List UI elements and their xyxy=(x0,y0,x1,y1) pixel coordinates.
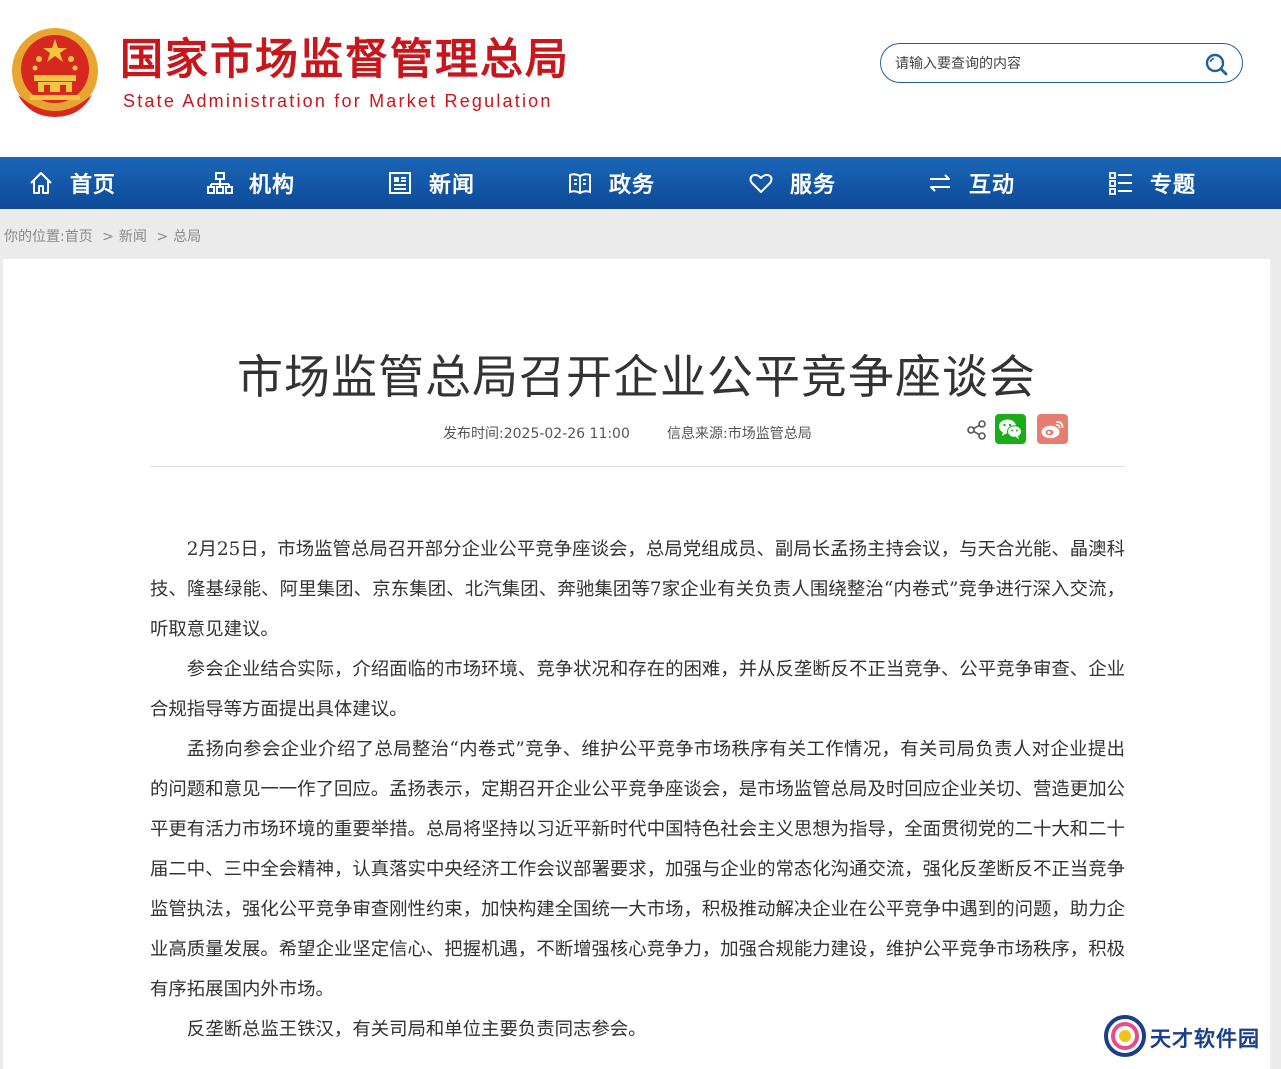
breadcrumb-news-link[interactable]: 新闻 xyxy=(119,229,147,245)
article-card: 市场监管总局召开企业公平竞争座谈会 发布时间:2025-02-26 11:00 … xyxy=(3,259,1270,1069)
national-emblem-icon[interactable] xyxy=(10,25,100,120)
site-logo-chinese[interactable]: 国家市场监督管理总局 xyxy=(120,30,570,90)
nav-label: 服务 xyxy=(790,173,837,198)
breadcrumb-bureau-link[interactable]: 总局 xyxy=(173,229,201,245)
search-icon[interactable] xyxy=(1204,52,1228,76)
main-nav: 首页 机构 新闻 政务 服务 互动 专题 xyxy=(0,157,1281,209)
site-header: 国家市场监督管理总局 State Administration for Mark… xyxy=(0,0,1281,157)
article-paragraph: 参会企业结合实际，介绍面临的市场环境、竞争状况和存在的困难，并从反垄断反不正当竞… xyxy=(150,659,1125,720)
nav-item-government-affairs[interactable]: 政务 xyxy=(567,157,655,209)
nav-item-topics[interactable]: 专题 xyxy=(1108,157,1196,209)
wechat-share-icon[interactable] xyxy=(995,414,1026,444)
heart-icon xyxy=(749,173,773,193)
title-divider xyxy=(150,466,1125,467)
nav-item-interaction[interactable]: 互动 xyxy=(927,157,1015,209)
topics-list-icon xyxy=(1109,172,1132,195)
publish-time: 发布时间:2025-02-26 11:00 xyxy=(443,423,630,443)
breadcrumb-prefix: 你的位置: xyxy=(4,229,65,245)
news-icon xyxy=(389,172,411,194)
nav-label: 首页 xyxy=(70,173,117,198)
breadcrumb-separator: > xyxy=(102,229,114,245)
breadcrumb-separator: > xyxy=(156,229,169,245)
site-logo-english[interactable]: State Administration for Market Regulati… xyxy=(123,91,553,112)
exchange-arrows-icon xyxy=(930,174,950,192)
nav-label: 新闻 xyxy=(429,173,476,198)
watermark-text: 天才软件园 xyxy=(1150,1027,1260,1051)
weibo-share-icon[interactable] xyxy=(1037,414,1068,444)
article-title: 市场监管总局召开企业公平竞争座谈会 xyxy=(237,350,1036,404)
nav-item-home[interactable]: 首页 xyxy=(28,157,116,209)
breadcrumb-home-link[interactable]: 首页 xyxy=(65,229,93,245)
site-watermark: 天才软件园 xyxy=(1100,1011,1281,1061)
nav-item-services[interactable]: 服务 xyxy=(748,157,836,209)
share-icon[interactable] xyxy=(966,419,988,441)
search-box xyxy=(880,43,1243,83)
nav-item-org[interactable]: 机构 xyxy=(207,157,295,209)
publish-time-value: 2025-02-26 11:00 xyxy=(503,426,630,442)
article-body: 2月25日，市场监管总局召开部分企业公平竞争座谈会，总局党组成员、副局长孟扬主持… xyxy=(150,530,1125,1050)
home-icon xyxy=(30,172,52,194)
nav-item-news[interactable]: 新闻 xyxy=(387,157,475,209)
article-paragraph: 2月25日，市场监管总局召开部分企业公平竞争座谈会，总局党组成员、副局长孟扬主持… xyxy=(150,539,1125,640)
search-input[interactable] xyxy=(893,52,1187,76)
nav-label: 专题 xyxy=(1150,173,1197,198)
article-paragraph: 反垄断总监王铁汉，有关司局和单位主要负责同志参会。 xyxy=(186,1019,647,1040)
watermark-logo-icon xyxy=(1104,1015,1146,1057)
source-label: 信息来源: xyxy=(667,426,728,442)
info-source: 信息来源:市场监管总局 xyxy=(667,423,812,443)
source-value: 市场监管总局 xyxy=(727,426,812,442)
org-chart-icon xyxy=(207,172,233,194)
nav-label: 机构 xyxy=(249,173,296,198)
breadcrumb: 你的位置:首页 > 新闻 > 总局 xyxy=(4,226,201,246)
publish-time-label: 发布时间: xyxy=(443,426,504,442)
article-paragraph: 孟扬向参会企业介绍了总局整治“内卷式”竞争、维护公平竞争市场秩序有关工作情况，有… xyxy=(150,739,1125,1000)
nav-label: 政务 xyxy=(609,173,656,198)
government-affairs-icon xyxy=(569,173,591,195)
nav-label: 互动 xyxy=(969,173,1016,198)
